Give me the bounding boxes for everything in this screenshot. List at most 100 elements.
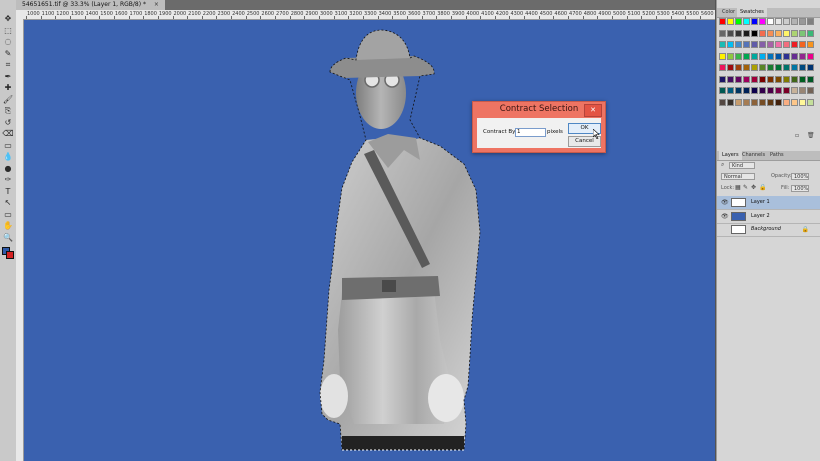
color-swatch[interactable] [759,98,766,106]
color-swatch[interactable] [783,75,790,83]
color-swatch[interactable] [727,18,734,25]
blur-icon[interactable]: 💧 [3,152,13,162]
filter-icon[interactable]: ⌕ [721,161,724,169]
color-swatch[interactable] [727,29,734,37]
color-swatch[interactable] [751,18,758,25]
layer-filter-select[interactable]: Kind [729,162,755,169]
color-swatch[interactable] [791,29,798,37]
brush-icon[interactable]: 🖌 [3,95,13,105]
color-swatch[interactable] [783,87,790,94]
color-swatch[interactable] [775,52,782,60]
color-swatch[interactable] [791,75,798,83]
color-swatch[interactable] [807,29,814,37]
color-swatch[interactable] [719,41,726,48]
color-swatch[interactable] [767,29,774,37]
color-swatch[interactable] [799,18,806,25]
layer-row[interactable]: 👁 Layer 1 [717,196,820,210]
rect-marquee-icon[interactable]: ⬚ [3,26,13,36]
color-swatch[interactable] [767,87,774,94]
color-swatch[interactable] [791,41,798,48]
color-swatch[interactable] [743,64,750,71]
lock-pixels-icon[interactable]: ✎ [743,184,748,192]
dodge-icon[interactable]: ● [3,164,13,174]
color-swatch[interactable] [743,41,750,48]
color-swatch[interactable] [775,87,782,94]
visibility-eye-icon[interactable]: 👁 [721,213,729,220]
color-swatch[interactable] [775,75,782,83]
color-swatch[interactable] [783,64,790,71]
hand-icon[interactable]: ✋ [3,221,13,231]
color-swatch[interactable] [719,98,726,106]
color-swatch[interactable] [799,87,806,94]
layer-row[interactable]: 👁 Layer 2 [717,210,820,224]
gradient-icon[interactable]: ▭ [3,141,13,151]
new-swatch-icon[interactable]: ▫ [795,132,799,140]
color-swatch[interactable] [807,87,814,94]
trash-icon[interactable]: 🗑 [807,132,815,140]
color-swatch[interactable] [791,87,798,94]
color-swatch[interactable] [735,41,742,48]
tab-channels[interactable]: Channels [739,151,768,160]
color-swatch[interactable] [791,52,798,60]
quick-select-icon[interactable]: ✎ [3,49,13,59]
contract-by-input[interactable]: 1 [515,128,546,137]
eyedropper-icon[interactable]: ✒ [3,72,13,82]
background-color-swatch[interactable] [6,251,14,259]
color-swatch[interactable] [735,75,742,83]
color-swatch[interactable] [727,75,734,83]
color-swatch[interactable] [719,18,726,25]
color-swatch[interactable] [799,41,806,48]
color-swatch[interactable] [743,18,750,25]
color-swatch[interactable] [807,18,814,25]
color-swatch[interactable] [735,87,742,94]
color-swatch[interactable] [735,64,742,71]
color-swatch[interactable] [759,64,766,71]
close-icon[interactable]: × [154,1,159,8]
color-swatch[interactable] [719,29,726,37]
color-swatch[interactable] [807,41,814,48]
color-swatch[interactable] [759,29,766,37]
color-swatch[interactable] [759,18,766,25]
document-tab[interactable]: 54651651.tif @ 33.3% (Layer 1, RGB/8) * … [16,0,165,10]
color-swatch[interactable] [743,52,750,60]
color-swatch[interactable] [759,41,766,48]
color-swatch[interactable] [799,64,806,71]
move-tool-icon[interactable]: ✥ [3,14,13,24]
color-swatch[interactable] [743,75,750,83]
color-swatch[interactable] [751,87,758,94]
lasso-icon[interactable]: ◌ [3,37,13,47]
tab-paths[interactable]: Paths [767,151,787,160]
color-swatch[interactable] [799,75,806,83]
color-swatch[interactable] [767,98,774,106]
color-swatch[interactable] [751,29,758,37]
document-canvas[interactable] [24,20,715,461]
color-swatch[interactable] [751,52,758,60]
tab-color[interactable]: Color [719,8,738,17]
lock-position-icon[interactable]: ✥ [751,184,756,192]
color-swatch[interactable] [727,98,734,106]
color-swatch[interactable] [767,52,774,60]
color-swatch[interactable] [783,98,790,106]
blend-mode-select[interactable]: Normal [721,173,755,180]
color-swatch[interactable] [727,64,734,71]
color-swatch[interactable] [759,75,766,83]
color-swatch[interactable] [767,75,774,83]
fill-field[interactable]: 100% [791,185,809,192]
color-swatch[interactable] [727,41,734,48]
color-swatch[interactable] [767,18,774,25]
color-swatch[interactable] [791,98,798,106]
color-swatch[interactable] [807,75,814,83]
color-swatch[interactable] [799,52,806,60]
color-swatch[interactable] [807,52,814,60]
color-swatch[interactable] [799,29,806,37]
zoom-icon[interactable]: 🔍 [3,233,13,243]
color-swatch[interactable] [807,64,814,71]
color-swatch[interactable] [735,18,742,25]
color-swatch[interactable] [751,41,758,48]
shape-icon[interactable]: ▭ [3,210,13,220]
color-swatch[interactable] [775,98,782,106]
color-swatch[interactable] [783,41,790,48]
color-swatch[interactable] [751,64,758,71]
color-swatch[interactable] [783,29,790,37]
eraser-icon[interactable]: ⌫ [2,129,13,139]
